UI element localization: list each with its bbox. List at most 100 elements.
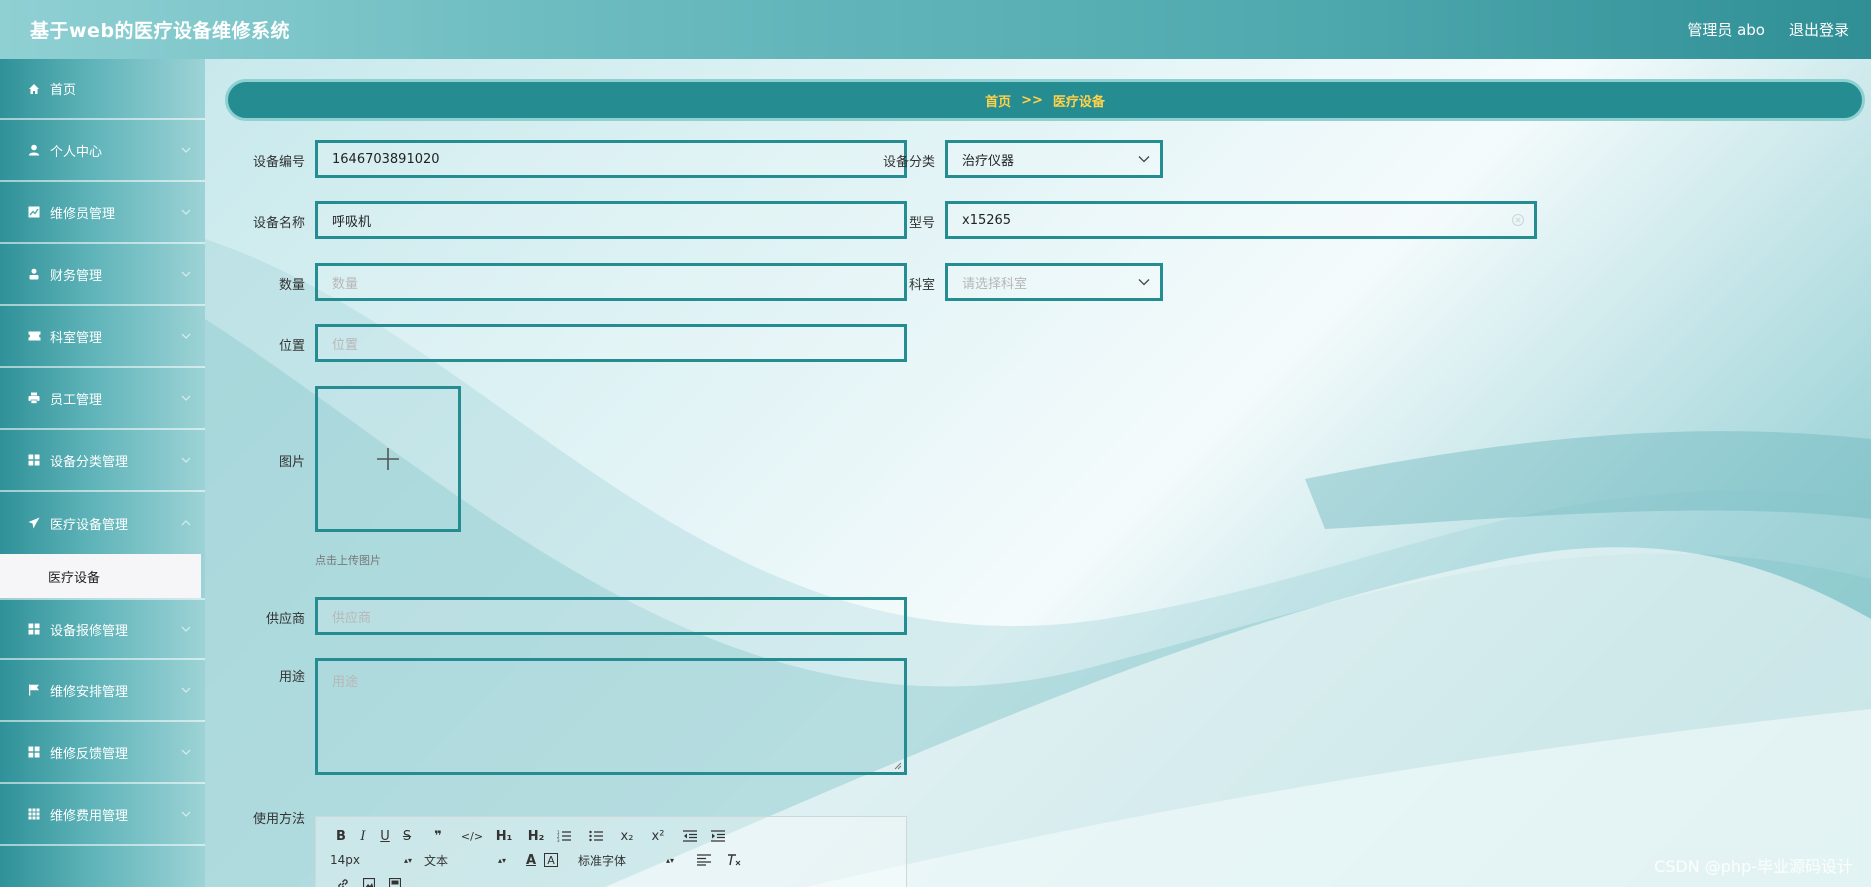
font-family-select[interactable]: 标准字体 ▴▾ bbox=[578, 852, 686, 869]
chevron-up-icon bbox=[181, 520, 191, 526]
font-family-value: 标准字体 bbox=[578, 853, 627, 868]
category-select[interactable]: 治疗仪器 bbox=[945, 140, 1163, 178]
device-no-input[interactable]: 1646703891020 bbox=[315, 140, 907, 178]
sidebar-item-device-category[interactable]: 设备分类管理 bbox=[0, 430, 205, 492]
department-label: 科室 bbox=[908, 278, 935, 293]
sidebar-item-label: 维修反馈管理 bbox=[50, 746, 129, 762]
sidebar-item-label: 设备报修管理 bbox=[50, 623, 129, 639]
sidebar-item-medical-device[interactable]: 医疗设备管理 bbox=[0, 492, 205, 554]
select-arrows-icon: ▴▾ bbox=[403, 855, 412, 865]
sidebar-item-label: 员工管理 bbox=[50, 392, 103, 408]
background-color-icon[interactable]: A bbox=[544, 853, 558, 867]
device-name-input[interactable]: 呼吸机 bbox=[315, 201, 907, 239]
underline-icon[interactable]: U bbox=[374, 827, 396, 845]
category-value: 治疗仪器 bbox=[962, 153, 1015, 169]
sidebar-item-staff[interactable]: 员工管理 bbox=[0, 368, 205, 430]
sidebar-item-home[interactable]: 首页 bbox=[0, 59, 205, 120]
superscript-icon[interactable]: x² bbox=[640, 827, 676, 845]
category-label: 设备分类 bbox=[882, 155, 935, 170]
sidebar-item-department[interactable]: 科室管理 bbox=[0, 306, 205, 368]
font-color-icon[interactable]: A bbox=[518, 851, 544, 869]
supplier-input[interactable]: 供应商 bbox=[315, 597, 907, 635]
video-icon[interactable] bbox=[382, 875, 408, 887]
department-select[interactable]: 请选择科室 bbox=[945, 263, 1163, 301]
image-upload-button[interactable] bbox=[315, 386, 461, 532]
sidebar-item-label: 维修安排管理 bbox=[50, 684, 129, 700]
main-content: 首页 >> 医疗设备 设备编号 1646703891020 设备名称 呼吸机 数… bbox=[205, 59, 1871, 887]
font-size-select[interactable]: 14px ▴▾ bbox=[330, 853, 424, 867]
sidebar-item-label: 设备分类管理 bbox=[50, 454, 129, 470]
link-icon[interactable] bbox=[330, 875, 356, 887]
resize-grip-icon[interactable] bbox=[894, 762, 902, 770]
supplier-placeholder: 供应商 bbox=[332, 610, 372, 626]
bullet-list-icon[interactable] bbox=[578, 827, 614, 845]
chevron-down-icon bbox=[181, 395, 191, 401]
outdent-icon[interactable] bbox=[676, 827, 704, 845]
model-value: x15265 bbox=[962, 212, 1012, 228]
sidebar-item-label: 医疗设备管理 bbox=[50, 517, 129, 533]
chevron-down-icon bbox=[181, 333, 191, 339]
sidebar-item-repair-feedback[interactable]: 维修反馈管理 bbox=[0, 722, 205, 784]
editor-toolbar-row-2: 14px ▴▾ 文本 ▴▾ A A 标准字体 ▴▾ bbox=[330, 851, 746, 869]
purpose-label: 用途 bbox=[278, 670, 305, 685]
supplier-label: 供应商 bbox=[265, 612, 305, 627]
heading-2-icon[interactable]: H₂ bbox=[522, 827, 550, 845]
grid-icon bbox=[26, 452, 42, 468]
chevron-down-icon bbox=[181, 749, 191, 755]
breadcrumb: 首页 >> 医疗设备 bbox=[225, 79, 1865, 121]
sidebar-item-repairman[interactable]: 维修员管理 bbox=[0, 182, 205, 244]
sidebar-item-repair-schedule[interactable]: 维修安排管理 bbox=[0, 660, 205, 722]
image-icon[interactable] bbox=[356, 875, 382, 887]
sidebar-item-repair-request[interactable]: 设备报修管理 bbox=[0, 598, 205, 660]
apps-icon bbox=[26, 806, 42, 822]
chart-icon bbox=[26, 204, 42, 220]
home-icon bbox=[26, 81, 42, 97]
select-arrows-icon: ▴▾ bbox=[497, 855, 506, 865]
clear-format-icon[interactable] bbox=[722, 851, 746, 869]
ticket-icon bbox=[26, 328, 42, 344]
chevron-down-icon bbox=[181, 209, 191, 215]
sidebar-item-finance[interactable]: 财务管理 bbox=[0, 244, 205, 306]
location-input[interactable]: 位置 bbox=[315, 324, 907, 362]
sidebar-item-label: 维修员管理 bbox=[50, 206, 116, 222]
chevron-down-icon bbox=[1138, 279, 1150, 286]
paragraph-select[interactable]: 文本 ▴▾ bbox=[424, 852, 518, 869]
chevron-down-icon bbox=[181, 147, 191, 153]
breadcrumb-separator: >> bbox=[1021, 92, 1043, 108]
sidebar-item-label: 维修费用管理 bbox=[50, 808, 129, 824]
usage-rich-text-editor[interactable]: B I U S ❞ </> H₁ H₂ 123 x₂ x² 14px ▴▾ 文本… bbox=[315, 816, 907, 887]
quantity-placeholder: 数量 bbox=[332, 276, 359, 292]
align-left-icon[interactable] bbox=[686, 851, 722, 869]
model-input[interactable]: x15265 bbox=[945, 201, 1537, 239]
subscript-icon[interactable]: x₂ bbox=[614, 827, 640, 845]
sidebar-item-label: 首页 bbox=[50, 83, 77, 98]
user-icon bbox=[26, 142, 42, 158]
breadcrumb-current: 医疗设备 bbox=[1052, 94, 1105, 110]
sidebar-item-repair-cost[interactable]: 维修费用管理 bbox=[0, 784, 205, 846]
logout-link[interactable]: 退出登录 bbox=[1789, 19, 1849, 40]
sidebar-item-personal-center[interactable]: 个人中心 bbox=[0, 120, 205, 182]
quantity-input[interactable]: 数量 bbox=[315, 263, 907, 301]
heading-1-icon[interactable]: H₁ bbox=[486, 827, 522, 845]
clear-icon[interactable] bbox=[1512, 214, 1524, 226]
indent-icon[interactable] bbox=[704, 827, 732, 845]
code-icon[interactable]: </> bbox=[458, 827, 486, 845]
department-placeholder: 请选择科室 bbox=[962, 276, 1028, 292]
chevron-down-icon bbox=[181, 457, 191, 463]
blockquote-icon[interactable]: ❞ bbox=[418, 827, 458, 845]
breadcrumb-home-link[interactable]: 首页 bbox=[985, 91, 1011, 110]
ordered-list-icon[interactable]: 123 bbox=[550, 827, 578, 845]
italic-icon[interactable]: I bbox=[352, 827, 374, 845]
paragraph-value: 文本 bbox=[424, 853, 449, 868]
submenu-item-medical-device[interactable]: 医疗设备 bbox=[0, 554, 201, 598]
strikethrough-icon[interactable]: S bbox=[396, 827, 418, 845]
select-arrows-icon: ▴▾ bbox=[665, 855, 674, 865]
quantity-label: 数量 bbox=[278, 278, 305, 293]
watermark: CSDN @php-毕业源码设计 bbox=[1654, 857, 1853, 876]
sidebar-item-label: 个人中心 bbox=[50, 144, 103, 160]
device-name-label: 设备名称 bbox=[252, 216, 305, 231]
current-user-label: 管理员 abo bbox=[1687, 21, 1765, 39]
purpose-textarea[interactable]: 用途 bbox=[315, 658, 907, 775]
grid-icon bbox=[26, 744, 42, 760]
bold-icon[interactable]: B bbox=[330, 827, 352, 845]
